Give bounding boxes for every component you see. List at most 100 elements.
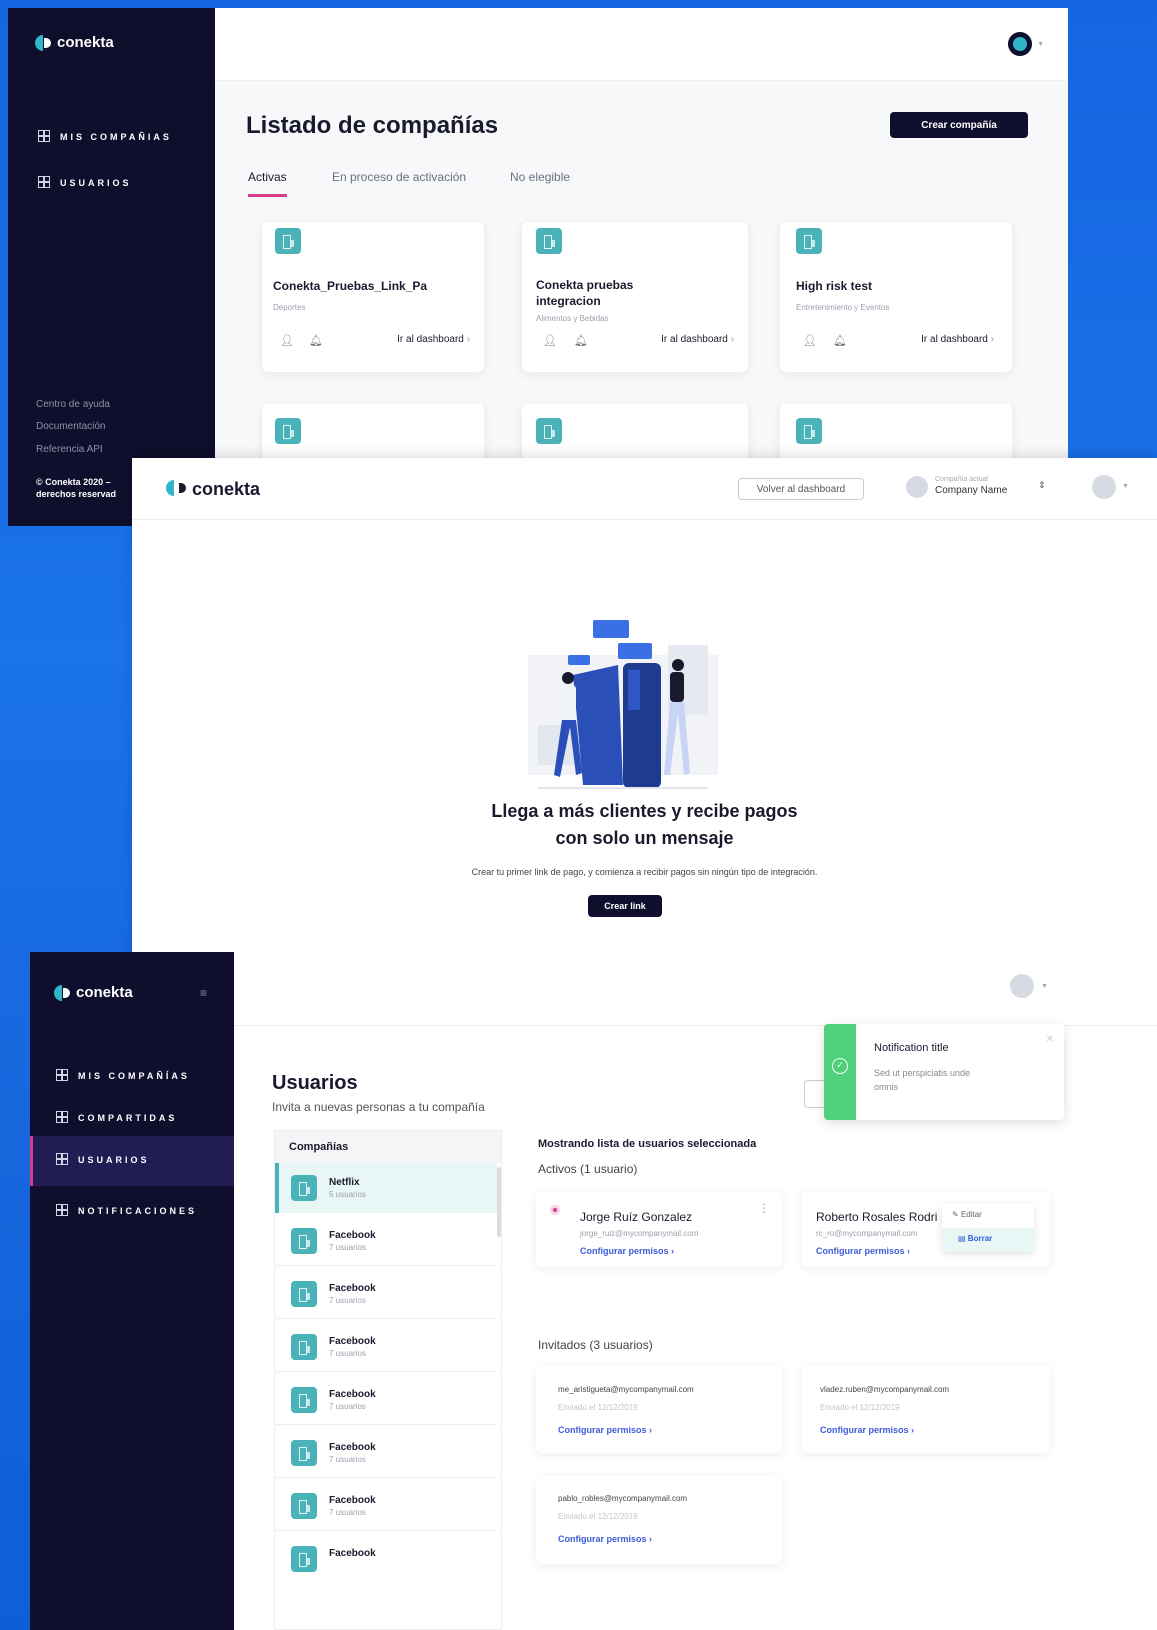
sidebar-item-label: USUARIOS	[78, 1155, 150, 1165]
configure-permissions-link[interactable]: Configurar permisos ›	[558, 1534, 652, 1544]
tab-label: Activas	[248, 170, 287, 184]
company-list-item[interactable]: Facebook 7 usuarios	[275, 1322, 497, 1372]
bell-icon[interactable]: 🔔︎	[309, 334, 323, 347]
tab-activas[interactable]: Activas	[248, 170, 287, 197]
dashboard-link[interactable]: Ir al dashboard ›	[397, 334, 470, 345]
user-avatar[interactable]	[1010, 974, 1034, 998]
building-icon	[536, 228, 562, 254]
company-user-count: 7 usuarios	[329, 1402, 366, 1411]
company-list-item[interactable]: Facebook 7 usuarios	[275, 1216, 497, 1266]
edit-menu-item[interactable]: ✎ Editar	[942, 1204, 1034, 1228]
chevron-right-icon: ›	[649, 1425, 653, 1435]
user-avatar[interactable]	[1092, 475, 1116, 499]
bell-icon[interactable]: 🔔︎	[833, 334, 847, 347]
user-card[interactable]: Jorge Ruíz Gonzalez jorge_ruiz@mycompany…	[536, 1191, 782, 1267]
create-link-button[interactable]: Crear link	[588, 895, 662, 917]
invited-user-card[interactable]: pablo_robles@mycompanymail.com Enviado e…	[536, 1476, 782, 1564]
headline: Llega a más clientes y recibe pagos	[491, 801, 798, 821]
conekta-logo[interactable]: conekta	[54, 984, 133, 1001]
building-icon	[291, 1228, 317, 1254]
copyright: © Conekta 2020 –	[36, 477, 111, 487]
sidebar-item-usuarios[interactable]: USUARIOS	[38, 176, 132, 188]
headline: con solo un mensaje	[555, 828, 734, 848]
page-title: Usuarios	[272, 1072, 358, 1094]
company-card[interactable]: High risk test Entretenimiento y Eventos…	[780, 222, 1012, 372]
building-icon	[796, 418, 822, 444]
back-to-dashboard-button[interactable]: Volver al dashboard	[738, 478, 864, 500]
user-name: Roberto Rosales Rodri	[816, 1210, 938, 1224]
invited-email: me_aristigueta@mycompanymail.com	[558, 1385, 694, 1394]
company-name: Facebook	[329, 1283, 376, 1294]
configure-permissions-link[interactable]: Configurar permisos ›	[580, 1246, 674, 1256]
configure-permissions-label: Configurar permisos	[558, 1425, 647, 1435]
docs-link[interactable]: Documentación	[36, 421, 105, 432]
dashboard-link[interactable]: Ir al dashboard ›	[921, 334, 994, 345]
chevron-down-icon[interactable]: ▼	[1037, 41, 1044, 48]
building-icon	[291, 1440, 317, 1466]
users-icon[interactable]: 👤︎	[280, 334, 294, 347]
api-reference-link[interactable]: Referencia API	[36, 444, 103, 455]
configure-permissions-link[interactable]: Configurar permisos ›	[816, 1246, 910, 1256]
company-avatar	[906, 476, 928, 498]
grid-icon	[38, 130, 50, 142]
company-card[interactable]: Conekta_Pruebas_Link_Pa Deportes 👤︎ 🔔︎ I…	[262, 222, 484, 372]
context-menu: ✎ Editar ▤ Borrar	[942, 1204, 1034, 1252]
company-name: Netflix	[329, 1177, 360, 1188]
sidebar: conekta ≡ MIS COMPAÑÍAS COMPARTIDAS USUA…	[30, 952, 234, 1630]
dashboard-link-label: Ir al dashboard	[661, 334, 728, 345]
bell-icon[interactable]: 🔔︎	[574, 334, 588, 347]
invited-user-card[interactable]: me_aristigueta@mycompanymail.com Enviado…	[536, 1365, 782, 1453]
configure-permissions-label: Configurar permisos	[580, 1246, 669, 1256]
chevron-down-icon[interactable]: ▼	[1041, 983, 1048, 990]
configure-permissions-link[interactable]: Configurar permisos ›	[558, 1425, 652, 1435]
sidebar-item-label: USUARIOS	[60, 178, 132, 188]
logo-text: conekta	[76, 984, 133, 1001]
delete-menu-item[interactable]: ▤ Borrar	[942, 1228, 1034, 1252]
tab-en-proceso[interactable]: En proceso de activación	[332, 170, 466, 184]
user-avatar[interactable]	[1008, 32, 1032, 56]
company-name: Conekta pruebas integracion	[536, 278, 634, 308]
conekta-logo-icon	[166, 479, 186, 500]
company-name: Facebook	[329, 1442, 376, 1453]
chevron-down-icon[interactable]: ▼	[1122, 483, 1129, 490]
tab-no-elegible[interactable]: No elegible	[510, 170, 570, 184]
dashboard-link-label: Ir al dashboard	[921, 334, 988, 345]
close-icon[interactable]: ✕	[1046, 1034, 1054, 1045]
company-category: Alimentos y Bebidas	[536, 314, 609, 323]
company-list-item[interactable]: Facebook 7 usuarios	[275, 1428, 497, 1478]
user-email: jorge_ruiz@mycompanymail.com	[580, 1229, 699, 1238]
sidebar-item-notificaciones[interactable]: NOTIFICACIONES	[56, 1204, 197, 1216]
hamburger-icon[interactable]: ≡	[200, 986, 207, 1000]
sidebar-item-mis-companias[interactable]: MIS COMPAÑÍAS	[56, 1069, 190, 1081]
conekta-logo[interactable]: conekta	[35, 34, 114, 51]
company-label: Compañía actual	[935, 476, 988, 483]
invited-user-card[interactable]: vladez.ruben@mycompanymail.com Enviado e…	[802, 1365, 1050, 1453]
more-options-icon[interactable]: ⋮	[758, 1201, 770, 1215]
company-list-item[interactable]: Facebook 7 usuarios	[275, 1481, 497, 1531]
description: Crear tu primer link de pago, y comienza…	[471, 867, 818, 877]
company-user-count: 7 usuarios	[329, 1349, 366, 1358]
pencil-icon: ✎	[952, 1210, 959, 1219]
dashboard-link[interactable]: Ir al dashboard ›	[661, 334, 734, 345]
building-icon	[291, 1334, 317, 1360]
users-icon[interactable]: 👤︎	[543, 334, 557, 347]
scrollbar[interactable]	[497, 1167, 501, 1237]
sidebar-item-usuarios[interactable]: USUARIOS	[30, 1136, 234, 1186]
company-switcher-icon[interactable]: ⇕	[1038, 480, 1046, 491]
sidebar-item-mis-companias[interactable]: MIS COMPAÑIAS	[38, 130, 172, 142]
page-title: Listado de compañías	[246, 112, 499, 139]
create-company-button[interactable]: Crear compañía	[890, 112, 1028, 138]
messaging-illustration	[528, 620, 718, 789]
conekta-logo[interactable]: conekta	[166, 479, 260, 500]
users-icon[interactable]: 👤︎	[803, 334, 817, 347]
company-list-item[interactable]: Facebook 7 usuarios	[275, 1269, 497, 1319]
invited-email: vladez.ruben@mycompanymail.com	[820, 1385, 950, 1394]
company-list-item[interactable]: Facebook 7 usuarios	[275, 1375, 497, 1425]
configure-permissions-link[interactable]: Configurar permisos ›	[820, 1425, 914, 1435]
company-card[interactable]: Conekta pruebas integracion Alimentos y …	[522, 222, 748, 372]
sidebar-item-compartidas[interactable]: COMPARTIDAS	[56, 1111, 177, 1123]
company-list-item[interactable]: Facebook	[275, 1534, 497, 1584]
help-link[interactable]: Centro de ayuda	[36, 399, 110, 410]
company-list-item[interactable]: Netflix 5 usuarios	[275, 1163, 497, 1213]
chevron-right-icon: ›	[990, 334, 994, 345]
